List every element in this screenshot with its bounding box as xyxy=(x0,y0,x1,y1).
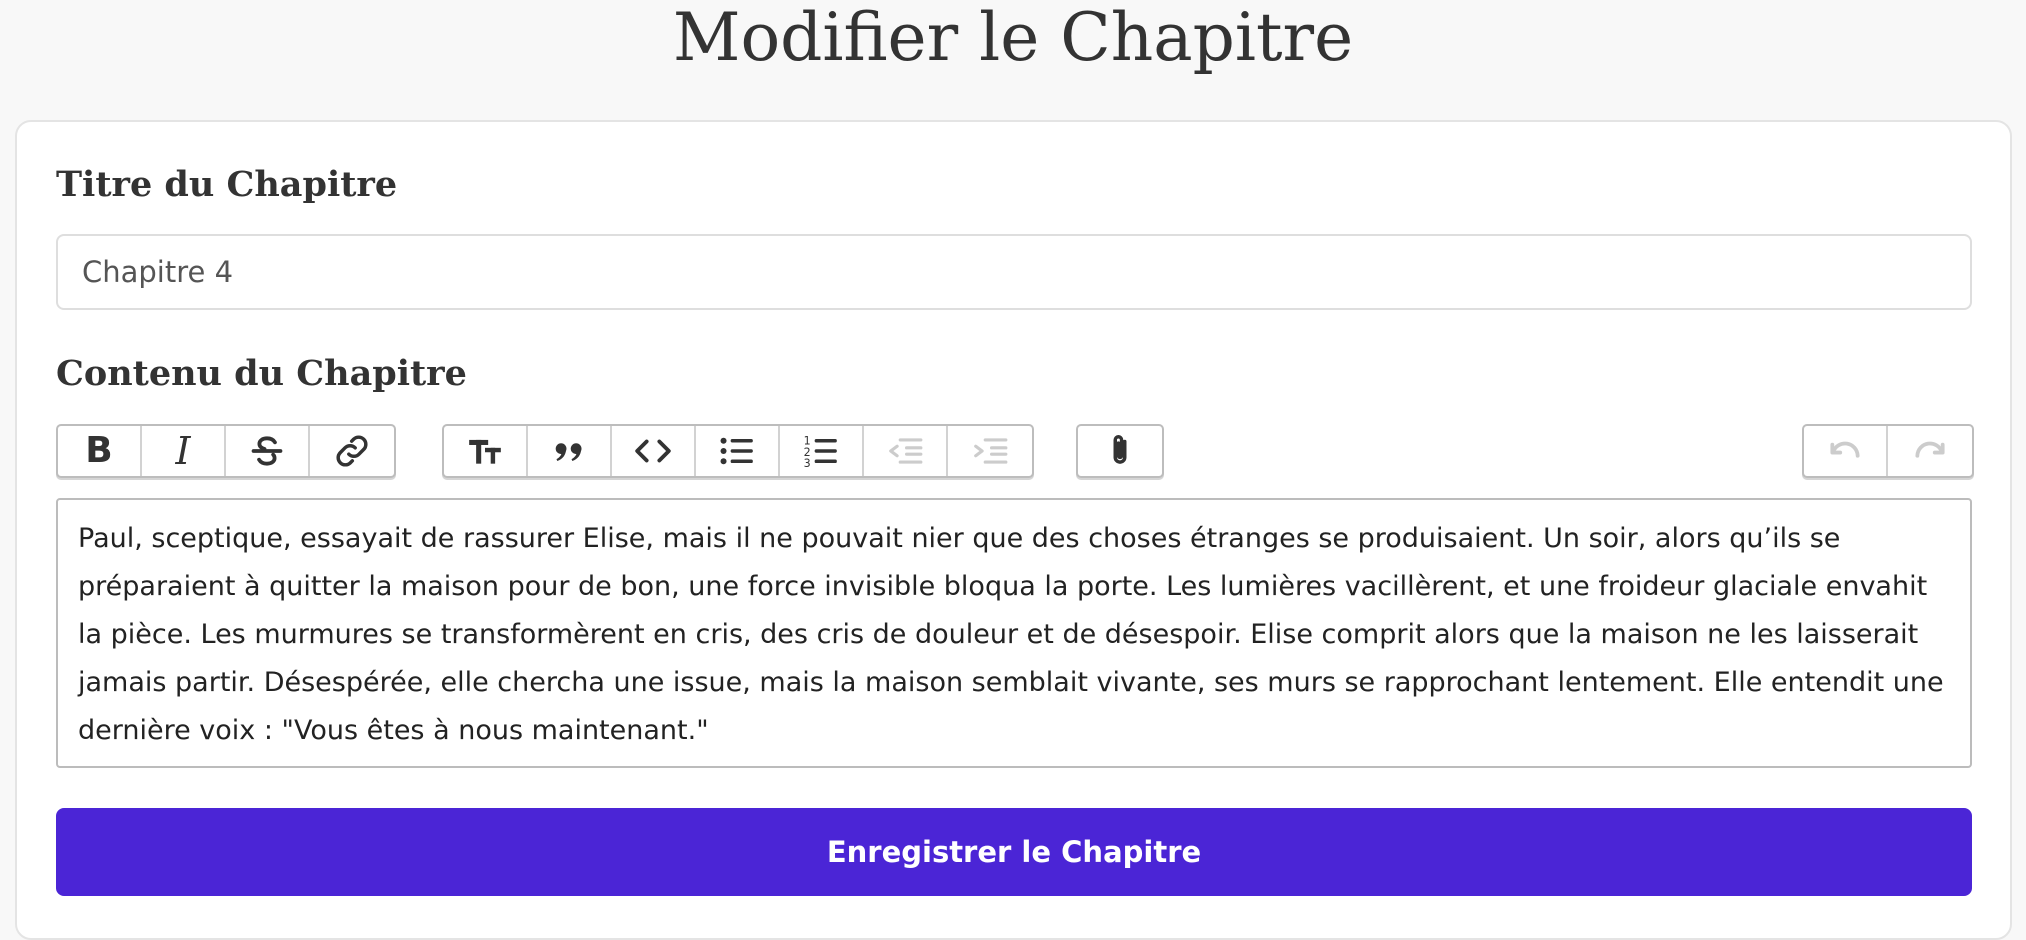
increase-indent-icon xyxy=(974,438,1008,464)
link-icon xyxy=(336,435,368,467)
strikethrough-button[interactable] xyxy=(226,426,310,476)
numbered-list-icon: 1 2 3 xyxy=(804,435,837,470)
bullet-list-button[interactable] xyxy=(696,426,780,476)
page-title: Modifier le Chapitre xyxy=(672,0,1354,76)
undo-icon xyxy=(1830,441,1860,458)
quote-icon xyxy=(555,443,582,461)
svg-text:3: 3 xyxy=(804,457,811,470)
italic-button[interactable]: I xyxy=(142,426,226,476)
chapter-title-input[interactable] xyxy=(56,234,1972,310)
title-field-label: Titre du Chapitre xyxy=(56,164,398,205)
strikethrough-icon xyxy=(251,436,283,466)
decrease-indent-icon xyxy=(889,438,923,464)
attach-file-button[interactable] xyxy=(1078,426,1162,476)
heading-icon xyxy=(469,439,501,464)
toolbar-block-formatting-group: 1 2 3 xyxy=(442,424,1034,478)
bold-icon: B xyxy=(85,430,113,471)
quote-button[interactable] xyxy=(528,426,612,476)
bold-button[interactable]: B xyxy=(58,426,142,476)
redo-icon xyxy=(1915,441,1945,458)
heading-button[interactable] xyxy=(444,426,528,476)
toolbar-attachments-group xyxy=(1076,424,1164,478)
redo-button[interactable] xyxy=(1888,426,1972,476)
numbered-list-button[interactable]: 1 2 3 xyxy=(780,426,864,476)
decrease-indent-button[interactable] xyxy=(864,426,948,476)
content-field-label: Contenu du Chapitre xyxy=(56,353,467,394)
code-icon xyxy=(635,439,671,463)
toolbar-history-group xyxy=(1802,424,1974,478)
attach-icon xyxy=(1113,435,1127,464)
chapter-content-editor[interactable]: Paul, sceptique, essayait de rassurer El… xyxy=(56,498,1972,768)
link-button[interactable] xyxy=(310,426,394,476)
code-button[interactable] xyxy=(612,426,696,476)
toolbar-text-formatting-group: B I xyxy=(56,424,396,478)
italic-icon: I xyxy=(175,429,191,473)
increase-indent-button[interactable] xyxy=(948,426,1032,476)
undo-button[interactable] xyxy=(1804,426,1888,476)
bullet-list-icon xyxy=(720,437,753,465)
save-chapter-button[interactable]: Enregistrer le Chapitre xyxy=(56,808,1972,896)
